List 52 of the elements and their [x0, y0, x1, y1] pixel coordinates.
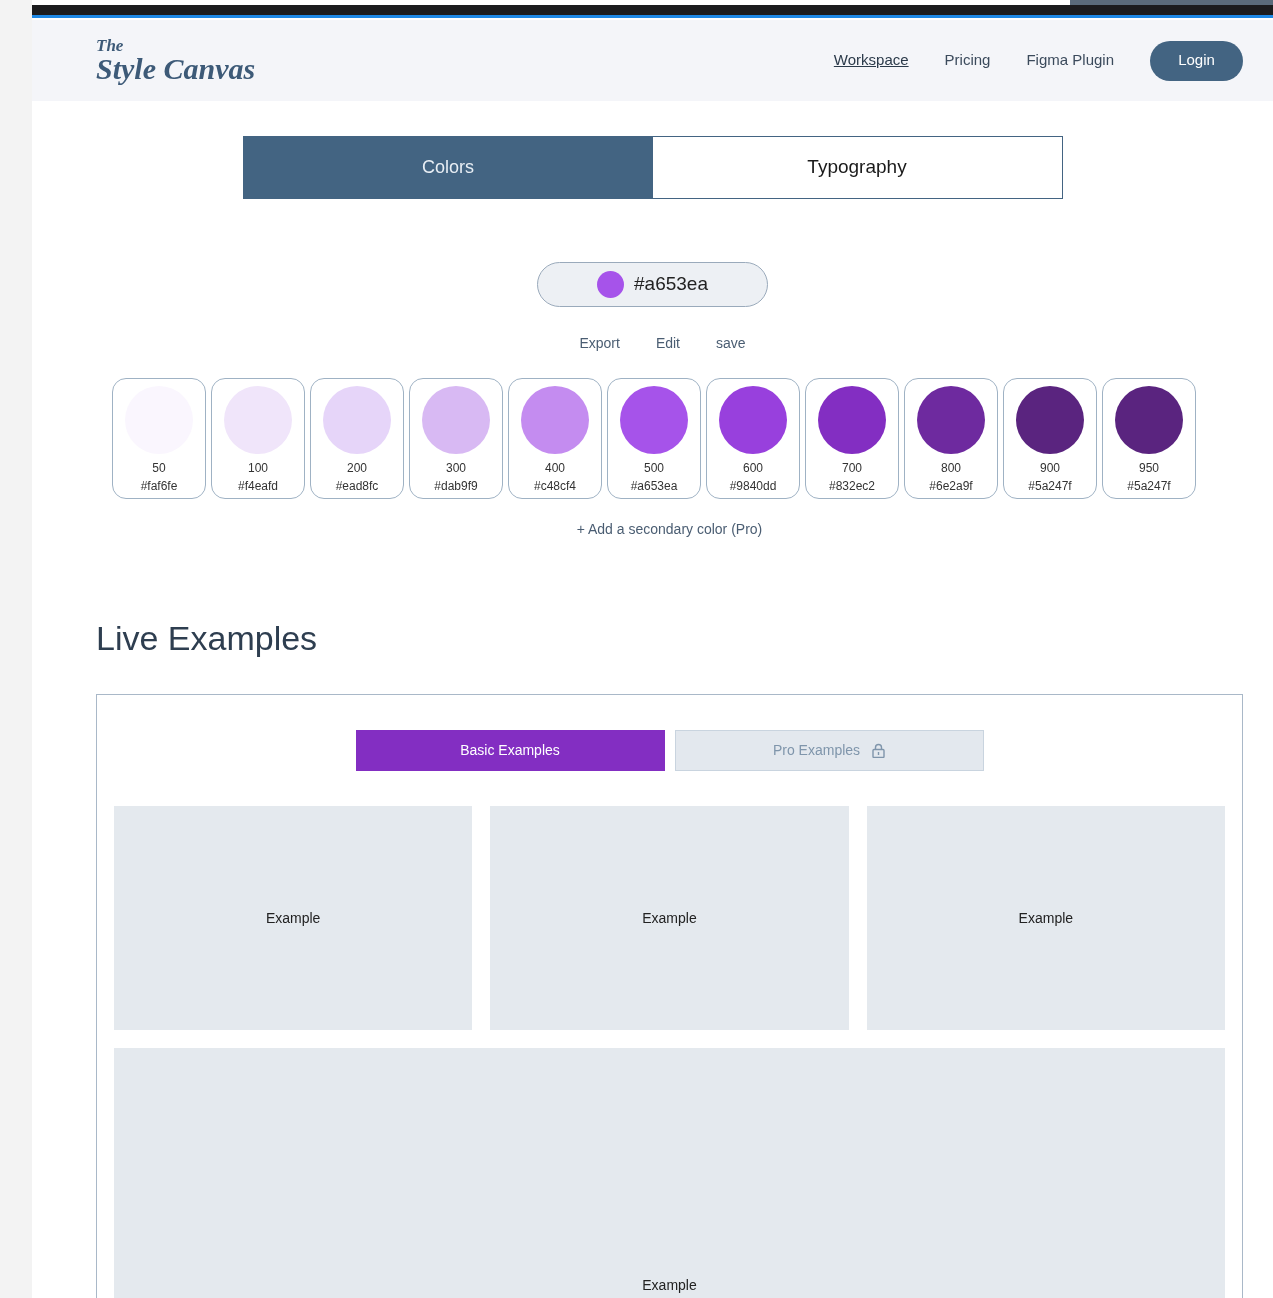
swatch-card[interactable]: 300 #dab9f9	[409, 378, 503, 499]
nav-link[interactable]: Figma Plugin	[1026, 49, 1114, 72]
example-label: Example	[642, 1276, 697, 1295]
action-link[interactable]: save	[716, 333, 746, 354]
shade-label: 900	[1040, 460, 1060, 476]
action-link[interactable]: Export	[579, 333, 620, 354]
nav-link[interactable]: Workspace	[833, 49, 909, 72]
swatch-card[interactable]: 700 #832ec2	[805, 378, 899, 499]
swatch-card[interactable]: 600 #9840dd	[706, 378, 800, 499]
swatch-card[interactable]: 950 #5a247f	[1102, 378, 1196, 499]
swatch-card[interactable]: 400 #c48cf4	[508, 378, 602, 499]
action-link[interactable]: Edit	[655, 333, 680, 354]
hex-label: #9840dd	[729, 478, 777, 494]
example-label: Example	[642, 908, 697, 928]
hex-label: #ead8fc	[335, 478, 379, 494]
shade-label: 700	[842, 460, 862, 476]
tab[interactable]: Basic Examples	[355, 730, 665, 771]
shade-label: 400	[545, 460, 565, 476]
example-label: Example	[1018, 908, 1074, 928]
shade-label: 500	[644, 460, 664, 476]
hex-label: #832ec2	[828, 478, 875, 494]
swatch-card[interactable]: 900 #5a247f	[1003, 378, 1097, 499]
logo-text: Style Canvas	[96, 54, 256, 84]
section-heading: Live Examples	[96, 618, 319, 659]
nav-link[interactable]: Pricing	[944, 49, 991, 72]
logo-text: The	[96, 37, 125, 54]
shade-label: 50	[152, 460, 166, 476]
color-value: #a653ea	[634, 272, 708, 297]
swatch-card[interactable]: 200 #ead8fc	[310, 378, 404, 499]
hex-label: #f4eafd	[237, 478, 278, 494]
hex-label: #5a247f	[1028, 478, 1072, 494]
hex-label: #5a247f	[1127, 478, 1171, 494]
shade-label: 950	[1139, 460, 1159, 476]
shade-label: 200	[347, 460, 367, 476]
shade-label: 600	[743, 460, 763, 476]
swatch-card[interactable]: 100 #f4eafd	[211, 378, 305, 499]
hex-label: #a653ea	[630, 478, 678, 494]
hex-label: #faf6fe	[140, 478, 178, 494]
shade-label: 100	[248, 460, 268, 476]
swatch-card[interactable]: 500 #a653ea	[607, 378, 701, 499]
color-input[interactable]: #a653ea	[537, 262, 768, 307]
swatch-card[interactable]: 800 #6e2a9f	[904, 378, 998, 499]
hex-label: #c48cf4	[534, 478, 576, 494]
shade-label: 800	[941, 460, 961, 476]
hex-label: #dab9f9	[434, 478, 478, 494]
tab[interactable]: Colors	[243, 137, 653, 198]
add-secondary-color-link[interactable]: + Add a secondary color (Pro)	[576, 519, 763, 540]
hex-label: #6e2a9f	[929, 478, 973, 494]
swatch-card[interactable]: 50 #faf6fe	[112, 378, 206, 499]
login-button[interactable]: Login	[1150, 40, 1243, 81]
example-label: Example	[265, 908, 321, 928]
shade-label: 300	[446, 460, 466, 476]
